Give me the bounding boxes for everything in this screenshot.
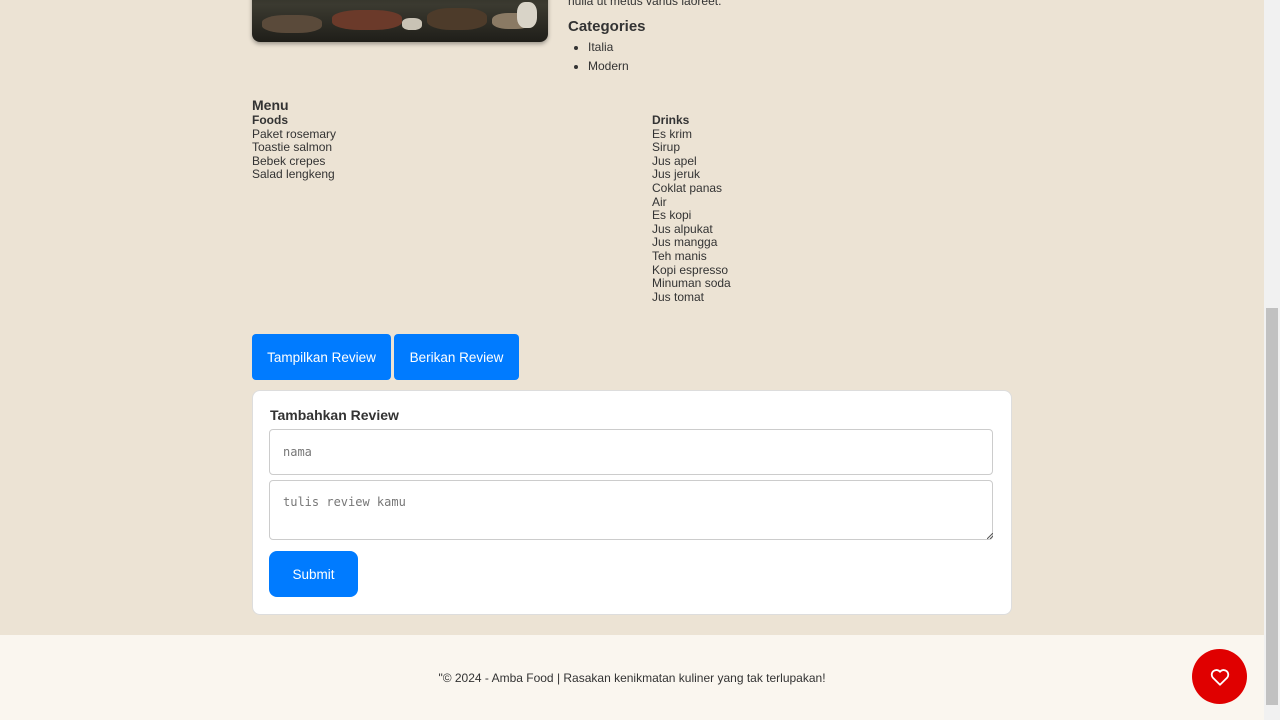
submit-button[interactable]: Submit (269, 551, 358, 597)
drink-item: Teh manis (652, 248, 707, 263)
review-textarea[interactable] (269, 480, 993, 540)
scrollbar-thumb[interactable] (1266, 308, 1278, 705)
food-item: Paket rosemary (252, 126, 337, 141)
drinks-column: Drinks Es krim Sirup Jus apel Jus jeruk … (652, 113, 731, 304)
drink-item: Kopi espresso (652, 262, 729, 277)
food-item: Bebek crepes (252, 153, 326, 168)
drink-item: Jus tomat (652, 289, 705, 304)
drink-item: Air (652, 194, 667, 209)
review-form-card: Tambahkan Review Submit (252, 390, 1012, 615)
category-item: Modern (588, 58, 629, 77)
food-item: Salad lengkeng (252, 167, 335, 182)
drink-item: Sirup (652, 140, 681, 155)
categories-list: Italia Modern (568, 39, 629, 77)
drink-item: Jus apel (652, 153, 697, 168)
review-form-title: Tambahkan Review (270, 407, 399, 423)
drink-item: Es krim (652, 126, 692, 141)
drink-item: Coklat panas (652, 180, 723, 195)
drink-item: Jus jeruk (652, 167, 701, 182)
drink-item: Es kopi (652, 208, 692, 223)
menu-heading: Menu (252, 97, 289, 113)
foods-heading: Foods (252, 113, 288, 127)
drink-item: Minuman soda (652, 276, 731, 291)
heart-icon (1210, 668, 1229, 686)
show-reviews-button[interactable]: Tampilkan Review (252, 334, 391, 380)
categories-heading: Categories (568, 18, 646, 35)
give-review-button[interactable]: Berikan Review (394, 334, 519, 380)
food-item: Toastie salmon (252, 140, 333, 155)
name-input[interactable] (269, 429, 993, 475)
favorite-button[interactable] (1192, 649, 1247, 704)
page: nulla ut metus varius laoreet. Categorie… (0, 0, 1264, 720)
drinks-heading: Drinks (652, 113, 690, 127)
drink-item: Jus mangga (652, 235, 718, 250)
drink-item: Jus alpukat (652, 221, 713, 236)
restaurant-image (252, 0, 548, 42)
foods-column: Foods Paket rosemary Toastie salmon Bebe… (252, 113, 337, 182)
footer: "© 2024 - Amba Food | Rasakan kenikmatan… (0, 635, 1264, 720)
resize-grip-icon[interactable] (987, 533, 993, 539)
restaurant-description: nulla ut metus varius laoreet. (568, 0, 722, 8)
footer-text: "© 2024 - Amba Food | Rasakan kenikmatan… (438, 671, 826, 685)
category-item: Italia (588, 39, 629, 58)
